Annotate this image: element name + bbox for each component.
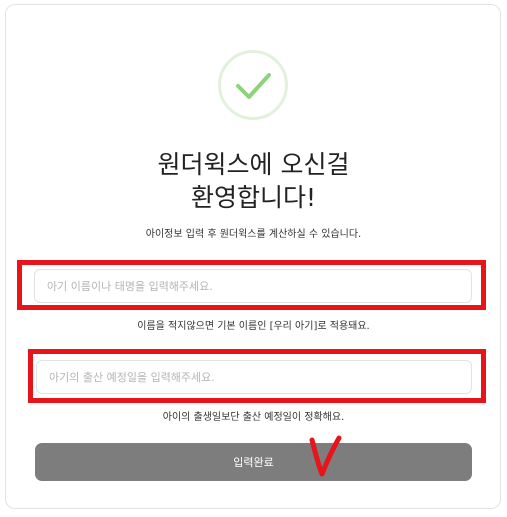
annotation-box-date <box>28 349 486 403</box>
handwritten-check-icon <box>309 435 342 477</box>
due-date-hint: 아이의 출생일보단 출산 예정일이 정확해요. <box>162 412 345 423</box>
submit-button[interactable]: 입력완료 <box>35 443 472 481</box>
welcome-title: 원더윅스에 오신걸 환영합니다! <box>0 148 507 214</box>
success-checkmark-icon <box>218 50 288 120</box>
welcome-title-line2: 환영합니다! <box>190 183 317 212</box>
welcome-title-line1: 원더윅스에 오신걸 <box>157 150 350 179</box>
welcome-subtitle: 아이정보 입력 후 원더윅스를 계산하실 수 있습니다. <box>145 229 362 240</box>
annotation-box-name <box>17 260 486 310</box>
baby-name-hint: 이름을 적지않으면 기본 이름인 [우리 아기]로 적용돼요. <box>137 321 370 332</box>
